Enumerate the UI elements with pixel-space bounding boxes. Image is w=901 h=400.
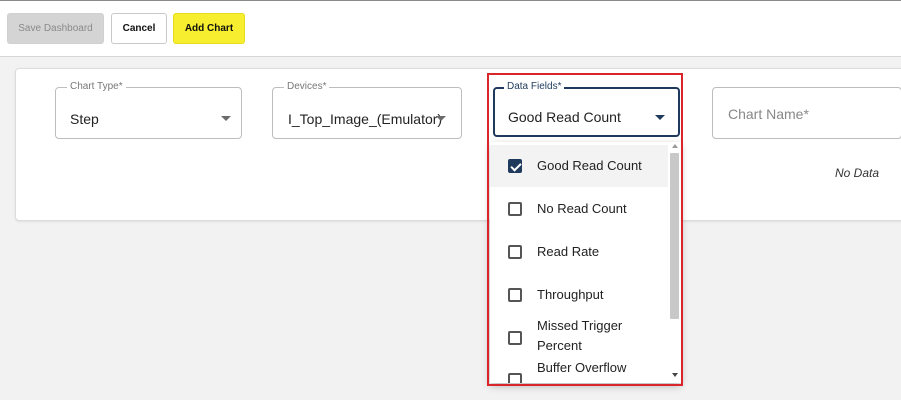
menu-item-label: No Read Count [537,201,627,216]
menu-item-good-read-count[interactable]: Good Read Count [490,145,668,187]
menu-item-throughput[interactable]: Throughput [490,273,668,316]
add-chart-button[interactable]: Add Chart [173,13,245,44]
checkbox-icon[interactable] [508,245,522,259]
scroll-up-icon[interactable] [672,144,678,148]
chart-name-placeholder: Chart Name* [728,106,809,122]
menu-item-read-rate[interactable]: Read Rate [490,230,668,273]
data-fields-label: Data Fields* [504,81,565,93]
data-fields-select[interactable]: Data Fields* Good Read Count [493,81,680,137]
menu-item-label: Throughput [537,287,604,302]
checkbox-icon[interactable] [508,331,522,345]
checkbox-icon[interactable] [508,202,522,216]
devices-value: I_Top_Image_(Emulator) [288,111,443,127]
menu-item-missed-trigger-percent[interactable]: Missed Trigger Percent [490,316,668,360]
menu-item-buffer-overflow[interactable]: Buffer Overflow [490,360,668,383]
devices-label: Devices* [284,81,330,93]
caret-down-icon[interactable] [655,115,665,120]
menu-item-label-line2: Percent [537,338,582,353]
no-data-text: No Data [835,166,880,180]
chart-type-value: Step [70,111,99,127]
checkbox-icon[interactable] [508,159,522,173]
chart-name-field[interactable]: Chart Name* [712,87,901,139]
caret-down-icon[interactable] [221,116,231,121]
scroll-thumb[interactable] [670,153,679,319]
cancel-button[interactable]: Cancel [111,13,167,44]
data-fields-menu: Good Read Count No Read Count Read Rate … [490,142,681,383]
menu-item-label: Buffer Overflow [537,360,627,375]
menu-item-label: Good Read Count [537,158,642,173]
chart-type-label: Chart Type* [67,81,126,93]
scroll-down-icon[interactable] [672,373,678,377]
checkbox-icon[interactable] [508,288,522,302]
menu-item-label: Read Rate [537,244,600,259]
menu-item-no-read-count[interactable]: No Read Count [490,187,668,230]
menu-item-label: Missed Trigger [537,318,623,333]
data-fields-value: Good Read Count [508,109,621,125]
devices-select[interactable]: Devices* I_Top_Image_(Emulator) [272,81,462,139]
save-dashboard-button[interactable]: Save Dashboard [7,13,104,44]
top-divider [0,0,901,1]
checkbox-icon[interactable] [508,373,522,383]
chart-type-select[interactable]: Chart Type* Step [55,81,242,139]
menu-scrollbar[interactable] [668,142,681,383]
caret-down-icon[interactable] [436,116,446,121]
toolbar: Save Dashboard Cancel Add Chart [0,0,901,57]
